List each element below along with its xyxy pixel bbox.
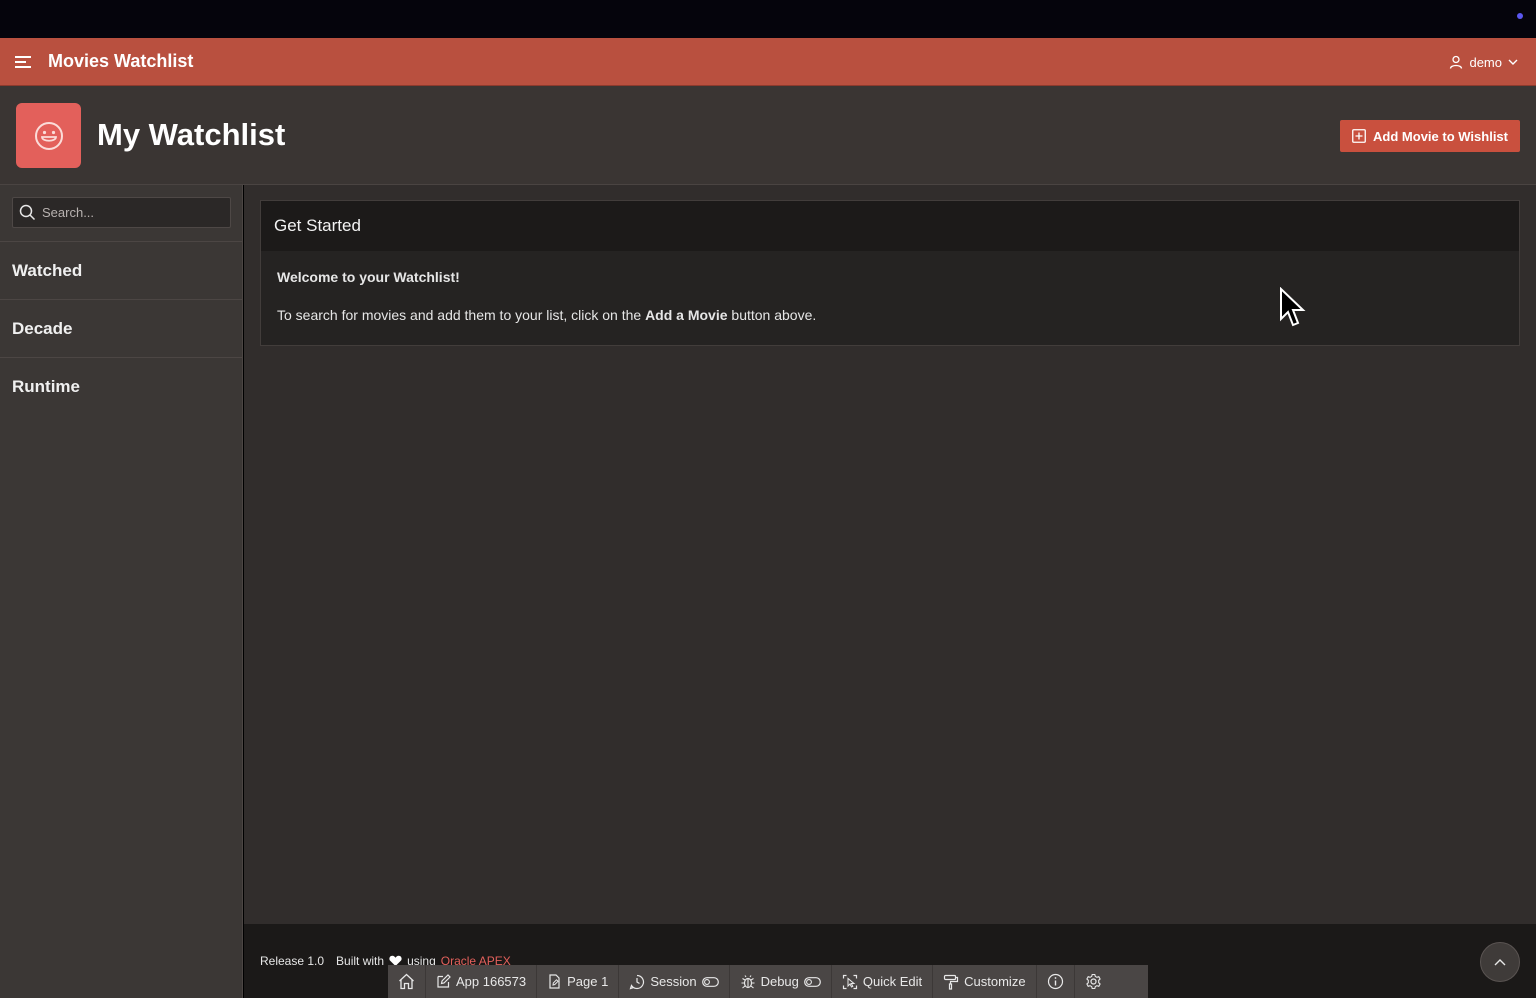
facet-watched[interactable]: Watched xyxy=(0,241,242,299)
built-with-label: Built with xyxy=(336,954,385,968)
facet-runtime[interactable]: Runtime xyxy=(0,357,242,415)
welcome-heading: Welcome to your Watchlist! xyxy=(277,269,460,285)
search-input[interactable] xyxy=(42,205,222,220)
session-toggle-icon xyxy=(701,976,719,987)
bug-icon xyxy=(741,974,755,988)
dev-page-label: Page 1 xyxy=(567,974,609,989)
release-label: Release 1.0 xyxy=(260,954,325,968)
dev-session-button[interactable]: Session xyxy=(619,965,730,998)
instructions-text: To search for movies and add them to you… xyxy=(277,307,1503,323)
dev-debug-button[interactable]: Debug xyxy=(730,965,832,998)
mouse-cursor-icon xyxy=(1280,287,1306,327)
search-field[interactable] xyxy=(12,197,231,228)
add-movie-label: Add Movie to Wishlist xyxy=(1373,128,1508,144)
dev-session-label: Session xyxy=(650,974,697,989)
dev-page-button[interactable]: Page 1 xyxy=(537,965,620,998)
browser-top-strip xyxy=(0,0,1536,38)
navigation-menu-button[interactable] xyxy=(0,38,48,86)
user-name: demo xyxy=(1469,54,1502,70)
card-title: Get Started xyxy=(261,201,1519,251)
instructions-after: button above. xyxy=(727,307,817,323)
dev-debug-label: Debug xyxy=(760,974,799,989)
paint-roller-icon xyxy=(944,974,959,990)
dev-app-label: App 166573 xyxy=(456,974,527,989)
info-icon xyxy=(1047,973,1063,990)
faceted-search-sidebar: Watched Decade Runtime xyxy=(0,185,243,998)
session-icon xyxy=(629,974,645,989)
user-icon xyxy=(1450,55,1463,69)
search-icon xyxy=(19,204,36,221)
edit-icon xyxy=(437,974,451,988)
get-started-card: Get Started Welcome to your Watchlist! T… xyxy=(260,200,1520,346)
main-content: Get Started Welcome to your Watchlist! T… xyxy=(244,185,1536,924)
dev-settings-button[interactable] xyxy=(1075,965,1112,998)
dev-home-button[interactable] xyxy=(388,965,426,998)
page-edit-icon xyxy=(549,974,560,989)
menu-icon xyxy=(15,55,31,68)
dev-customize-button[interactable]: Customize xyxy=(933,965,1037,998)
home-icon xyxy=(399,973,414,990)
app-title[interactable]: Movies Watchlist xyxy=(48,51,193,72)
chevron-up-icon xyxy=(1494,959,1506,966)
add-movie-button[interactable]: Add Movie to Wishlist xyxy=(1340,120,1520,152)
dev-quick-edit-label: Quick Edit xyxy=(862,974,923,989)
quick-edit-icon xyxy=(842,974,857,989)
smiley-icon xyxy=(16,103,81,168)
user-menu[interactable]: demo xyxy=(1449,38,1518,86)
gear-icon xyxy=(1085,973,1101,990)
dev-quick-edit-button[interactable]: Quick Edit xyxy=(832,965,934,998)
page-hero: My Watchlist Add Movie to Wishlist xyxy=(0,86,1536,185)
scroll-to-top-button[interactable] xyxy=(1480,942,1520,982)
dev-app-button[interactable]: App 166573 xyxy=(426,965,538,998)
debug-toggle-icon xyxy=(803,976,821,987)
developer-toolbar: App 166573 Page 1 Session Debug Quick Ed… xyxy=(388,965,1148,998)
dev-info-button[interactable] xyxy=(1037,965,1075,998)
instructions-before: To search for movies and add them to you… xyxy=(277,307,646,323)
add-square-icon xyxy=(1352,129,1366,143)
recording-dot-icon xyxy=(1517,13,1523,19)
facet-decade[interactable]: Decade xyxy=(0,299,242,357)
instructions-bold: Add a Movie xyxy=(645,307,728,323)
chevron-down-icon xyxy=(1508,59,1518,65)
app-header: Movies Watchlist demo xyxy=(0,38,1536,86)
dev-customize-label: Customize xyxy=(964,974,1026,989)
card-body: Welcome to your Watchlist! To search for… xyxy=(261,251,1519,341)
page-title: My Watchlist xyxy=(97,117,286,152)
